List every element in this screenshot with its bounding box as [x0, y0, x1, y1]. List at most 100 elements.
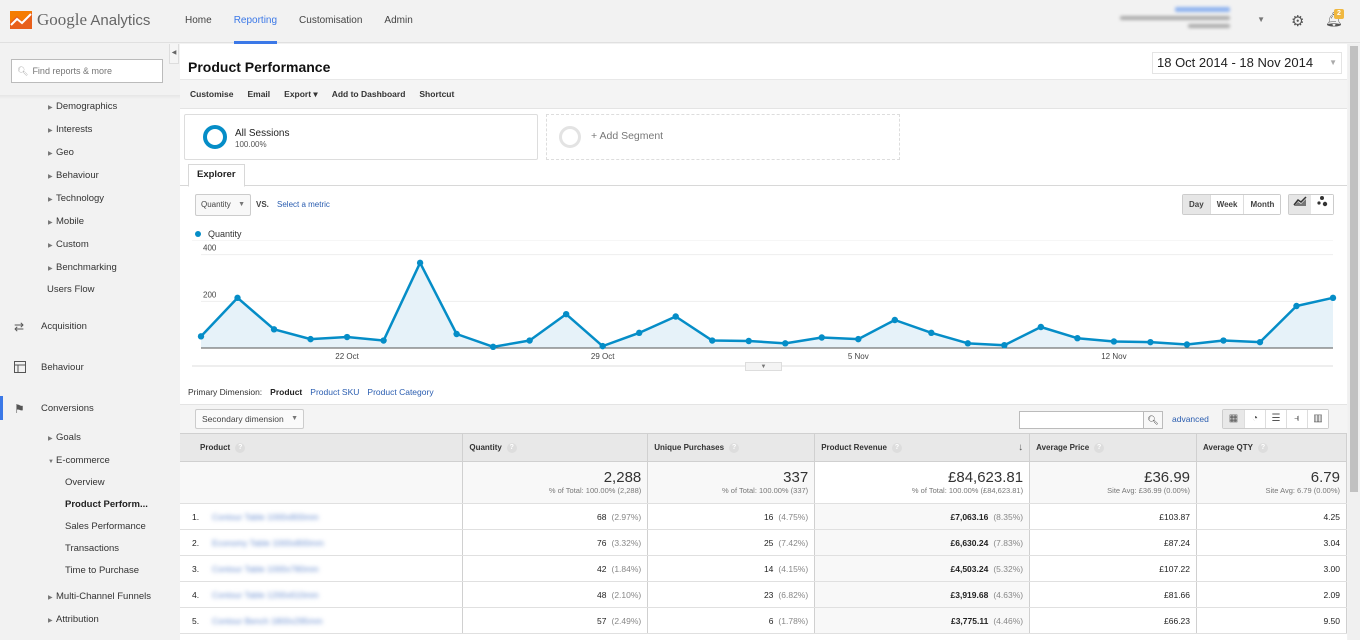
- add-to-dashboard-button[interactable]: Add to Dashboard: [332, 89, 406, 99]
- shortcut-button[interactable]: Shortcut: [419, 89, 454, 99]
- customise-button[interactable]: Customise: [190, 89, 233, 99]
- sidebar-item-attribution[interactable]: ▶ Attribution: [48, 614, 99, 625]
- comparison-view-icon[interactable]: ⫣: [1286, 410, 1307, 428]
- sidebar-item-goals[interactable]: ▶ Goals: [48, 432, 81, 443]
- logo-text: Google Analytics: [37, 10, 151, 29]
- collapse-arrow-icon: ▼: [48, 459, 54, 465]
- sidebar-section-acquisition[interactable]: ⇄ Acquisition: [0, 316, 180, 338]
- date-range-picker[interactable]: 18 Oct 2014 - 18 Nov 2014 ▼: [1152, 52, 1342, 74]
- secondary-dimension-dropdown[interactable]: Secondary dimension ▼: [195, 409, 304, 429]
- table-row: 3. Contour Table 1000x780mm 42 (1.84%) 14(…: [180, 555, 1347, 582]
- chart-collapse-handle[interactable]: ▼: [745, 362, 782, 371]
- expand-arrow-icon: ▶: [48, 618, 53, 624]
- sidebar-item-technology[interactable]: ▶ Technology: [48, 193, 104, 204]
- tab-explorer[interactable]: Explorer: [188, 164, 245, 187]
- segment-all-sessions[interactable]: All Sessions 100.00%: [184, 114, 538, 160]
- product-performance-table: Product? Quantity? Unique Purchases? Pro…: [180, 433, 1347, 634]
- data-point: [453, 330, 460, 338]
- product-cell: 4. Contour Table 1200x610mm: [180, 581, 464, 608]
- account-selector[interactable]: ▼: [1105, 7, 1265, 37]
- find-reports-search[interactable]: 🔍︎: [11, 59, 163, 83]
- data-table-view-icon[interactable]: ▦: [1223, 410, 1244, 428]
- data-point: [270, 326, 278, 333]
- data-point: [562, 310, 570, 318]
- sidebar-item-product-performance[interactable]: Product Perform...: [65, 499, 148, 510]
- export-button[interactable]: Export ▾: [284, 89, 318, 100]
- nav-home[interactable]: Home: [185, 0, 212, 43]
- nav-admin[interactable]: Admin: [384, 0, 412, 43]
- product-cell: 2. Economy Table 1000x800mm: [180, 529, 464, 556]
- help-icon[interactable]: ?: [506, 442, 517, 453]
- add-segment-button[interactable]: + Add Segment: [546, 114, 900, 160]
- dimension-product-category[interactable]: Product Category: [367, 387, 433, 397]
- product-link[interactable]: Contour Bench 1800x295mm: [212, 616, 323, 626]
- average-price-cell: £87.24: [1029, 529, 1198, 556]
- product-link[interactable]: Contour Table 1000x780mm: [212, 564, 319, 574]
- performance-view-icon[interactable]: ☰: [1265, 410, 1286, 428]
- sidebar-item-ecommerce[interactable]: ▼ E-commerce: [48, 455, 110, 466]
- sidebar-item-transactions[interactable]: Transactions: [65, 543, 119, 554]
- product-cell: 3. Contour Table 1000x780mm: [180, 555, 464, 582]
- motion-chart-icon[interactable]: [1311, 195, 1333, 214]
- sidebar-item-overview[interactable]: Overview: [65, 477, 105, 488]
- pie-chart-view-icon[interactable]: ◔: [1244, 410, 1265, 428]
- table-filter-input[interactable]: [1019, 411, 1144, 429]
- sidebar-item-mobile[interactable]: ▶ Mobile: [48, 216, 84, 227]
- sidebar-item-behaviour-audience[interactable]: ▶ Behaviour: [48, 170, 99, 181]
- search-icon[interactable]: 🔍︎: [1143, 411, 1163, 429]
- dimension-product[interactable]: Product: [270, 387, 302, 397]
- sidebar-item-sales-performance[interactable]: Sales Performance: [65, 521, 146, 532]
- sidebar-item-geo[interactable]: ▶ Geo: [48, 147, 74, 158]
- column-header-product-revenue[interactable]: Product Revenue? ↓: [814, 433, 1031, 462]
- sidebar-item-benchmarking[interactable]: ▶ Benchmarking: [48, 262, 117, 273]
- nav-reporting[interactable]: Reporting: [233, 0, 278, 44]
- period-day-button[interactable]: Day: [1183, 195, 1210, 214]
- chevron-down-icon: ▼: [1329, 58, 1337, 67]
- sidebar-item-demographics[interactable]: ▶ Demographics: [48, 101, 117, 112]
- sidebar-item-interests[interactable]: ▶ Interests: [48, 124, 92, 135]
- gear-icon[interactable]: ⚙: [1291, 12, 1304, 30]
- help-icon[interactable]: ?: [891, 442, 902, 453]
- sidebar-section-behaviour[interactable]: Behaviour: [0, 357, 180, 379]
- sidebar-item-custom[interactable]: ▶ Custom: [48, 239, 89, 250]
- email-button[interactable]: Email: [247, 89, 270, 99]
- column-header-quantity[interactable]: Quantity?: [462, 433, 649, 462]
- column-header-average-qty[interactable]: Average QTY?: [1196, 433, 1347, 462]
- collapse-sidebar-button[interactable]: ◀: [169, 44, 179, 64]
- dimension-product-sku[interactable]: Product SKU: [310, 387, 359, 397]
- x-tick-label: 5 Nov: [848, 352, 869, 361]
- page-scrollbar[interactable]: [1348, 44, 1360, 640]
- data-point: [1074, 335, 1081, 342]
- google-analytics-logo[interactable]: Google Analytics: [10, 10, 150, 30]
- product-link[interactable]: Contour Table 1200x610mm: [212, 590, 319, 600]
- data-point: [526, 337, 533, 344]
- search-icon: 🔍︎: [17, 65, 29, 76]
- column-header-average-price[interactable]: Average Price?: [1029, 433, 1198, 462]
- sidebar-section-conversions[interactable]: ⚑ Conversions: [0, 396, 180, 420]
- column-header-product[interactable]: Product?: [180, 433, 464, 462]
- column-header-unique-purchases[interactable]: Unique Purchases?: [647, 433, 816, 462]
- product-link[interactable]: Contour Table 1000x800mm: [212, 512, 319, 522]
- totals-label-cell: [180, 461, 464, 504]
- find-reports-input[interactable]: [32, 66, 153, 76]
- chart-legend: Quantity: [195, 229, 242, 239]
- product-link[interactable]: Economy Table 1000x800mm: [212, 538, 324, 548]
- help-icon[interactable]: ?: [235, 442, 246, 453]
- total-average-qty: 6.79 Site Avg: 6.79 (0.00%): [1196, 461, 1347, 504]
- help-icon[interactable]: ?: [1257, 442, 1268, 453]
- sidebar-item-time-to-purchase[interactable]: Time to Purchase: [65, 565, 139, 576]
- nav-customisation[interactable]: Customisation: [299, 0, 362, 43]
- select-metric-link[interactable]: Select a metric: [277, 200, 330, 209]
- metric-dropdown[interactable]: Quantity ▼: [195, 194, 251, 216]
- advanced-filter-link[interactable]: advanced: [1172, 414, 1209, 424]
- line-chart-icon[interactable]: [1289, 195, 1311, 214]
- pivot-view-icon[interactable]: ▥: [1307, 410, 1328, 428]
- scrollbar-thumb[interactable]: [1350, 46, 1358, 492]
- period-week-button[interactable]: Week: [1209, 195, 1244, 214]
- sidebar-item-multi-channel-funnels[interactable]: ▶ Multi-Channel Funnels: [48, 591, 151, 602]
- sidebar-item-users-flow[interactable]: Users Flow: [47, 284, 95, 295]
- table-row: 2. Economy Table 1000x800mm 76 (3.32%) 25(…: [180, 529, 1347, 556]
- period-month-button[interactable]: Month: [1243, 195, 1281, 214]
- help-icon[interactable]: ?: [1094, 442, 1105, 453]
- help-icon[interactable]: ?: [729, 442, 740, 453]
